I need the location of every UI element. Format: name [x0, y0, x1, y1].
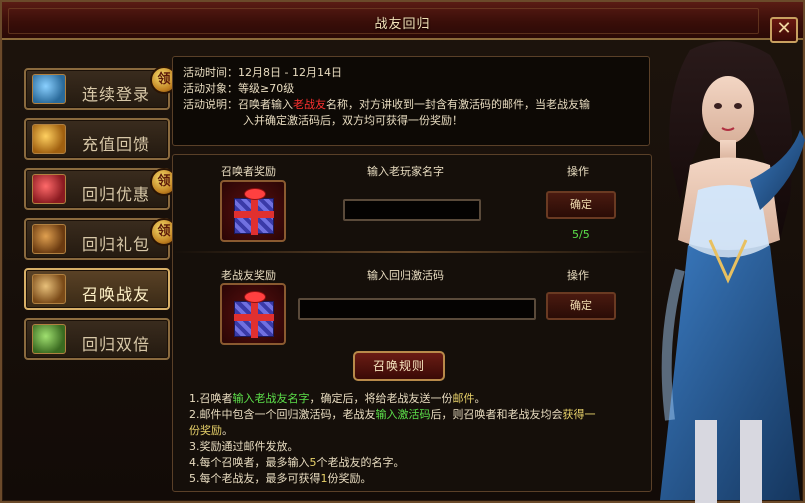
veteran-reward-label: 老战友奖励 — [221, 269, 276, 282]
sidebar-item-label: 回归双倍 — [82, 335, 151, 354]
rule-item: 4.每个召唤者，最多输入5个老战友的名字。 — [189, 456, 405, 469]
sidebar-item-continuous-login[interactable]: 连续登录 — [24, 68, 170, 110]
activation-code-label: 输入回归激活码 — [367, 269, 444, 282]
sidebar-item-recharge[interactable]: 充值回馈 — [24, 118, 170, 160]
activity-description: 活动说明：召唤者输入老战友名称，对方讲收到一封含有激活码的邮件，当老战友输 — [183, 98, 590, 111]
double-scroll-icon — [32, 324, 66, 354]
action-header: 操作 — [567, 165, 589, 178]
rule-item-continued: 份奖励。 — [189, 424, 233, 437]
sidebar-item-return-gift[interactable]: 回归礼包 — [24, 218, 170, 260]
title-bar[interactable]: 战友回归 — [2, 2, 803, 40]
treasure-bag-icon — [32, 124, 66, 154]
summoner-confirm-button[interactable]: 确定 — [546, 191, 616, 219]
gift-pack-icon — [32, 174, 66, 204]
old-player-name-label: 输入老玩家名字 — [367, 165, 444, 178]
sidebar-item-label: 召唤战友 — [82, 285, 151, 304]
sidebar-item-summon-friend[interactable]: 召唤战友 — [24, 268, 170, 310]
rules-list: 1.召唤者输入老战友名字，确定后，将给老战友送一份邮件。 2.邮件中包含一个回归… — [189, 391, 649, 487]
sidebar-item-label: 回归礼包 — [82, 235, 151, 254]
summoner-reward-gift-icon[interactable] — [220, 180, 286, 242]
reward-panel: 召唤者奖励 输入老玩家名字 操作 确定 5/5 老战友奖励 输入回归激活码 操作… — [172, 154, 652, 492]
summon-rules-title: 召唤规则 — [353, 351, 445, 381]
treasure-chest-icon — [32, 224, 66, 254]
activity-description-line2: 入并确定激活码后，双方均可获得一份奖励！ — [243, 114, 463, 127]
action-header: 操作 — [567, 269, 589, 282]
veteran-reward-gift-icon[interactable] — [220, 283, 286, 345]
old-player-name-input[interactable] — [343, 199, 481, 221]
sidebar-item-return-discount[interactable]: 回归优惠 — [24, 168, 170, 210]
summon-count: 5/5 — [572, 228, 590, 241]
activity-target: 活动对象：等级≥70级 — [183, 82, 295, 95]
veteran-confirm-button[interactable]: 确定 — [546, 292, 616, 320]
rule-item: 3.奖励通过邮件发放。 — [189, 440, 299, 453]
rule-item: 2.邮件中包含一个回归激活码，老战友输入激活码后，则召唤者和老战友均会获得一 — [189, 408, 596, 421]
sidebar-item-label: 连续登录 — [82, 85, 151, 104]
summon-scroll-icon — [32, 274, 66, 304]
row-divider — [173, 251, 651, 253]
sidebar-item-label: 回归优惠 — [82, 185, 151, 204]
rule-item: 5.每个老战友，最多可获得1份奖励。 — [189, 472, 372, 485]
window-title: 战友回归 — [374, 17, 431, 32]
activity-info-panel: 活动时间：12月8日 - 12月14日 活动对象：等级≥70级 活动说明：召唤者… — [172, 56, 650, 146]
sidebar-item-return-double[interactable]: 回归双倍 — [24, 318, 170, 360]
character-illustration — [650, 40, 805, 503]
rule-item: 1.召唤者输入老战友名字，确定后，将给老战友送一份邮件。 — [189, 392, 486, 405]
dialog-window: 战友回归 ✕ 连续登录 充值回馈 回归优惠 回归礼包 召唤战友 回归双倍 领 领 — [0, 0, 805, 503]
activity-time: 活动时间：12月8日 - 12月14日 — [183, 66, 342, 79]
sidebar-item-label: 充值回馈 — [82, 135, 151, 154]
activation-code-input[interactable] — [298, 298, 536, 320]
calendar-login-icon — [32, 74, 66, 104]
summoner-reward-label: 召唤者奖励 — [221, 165, 276, 178]
